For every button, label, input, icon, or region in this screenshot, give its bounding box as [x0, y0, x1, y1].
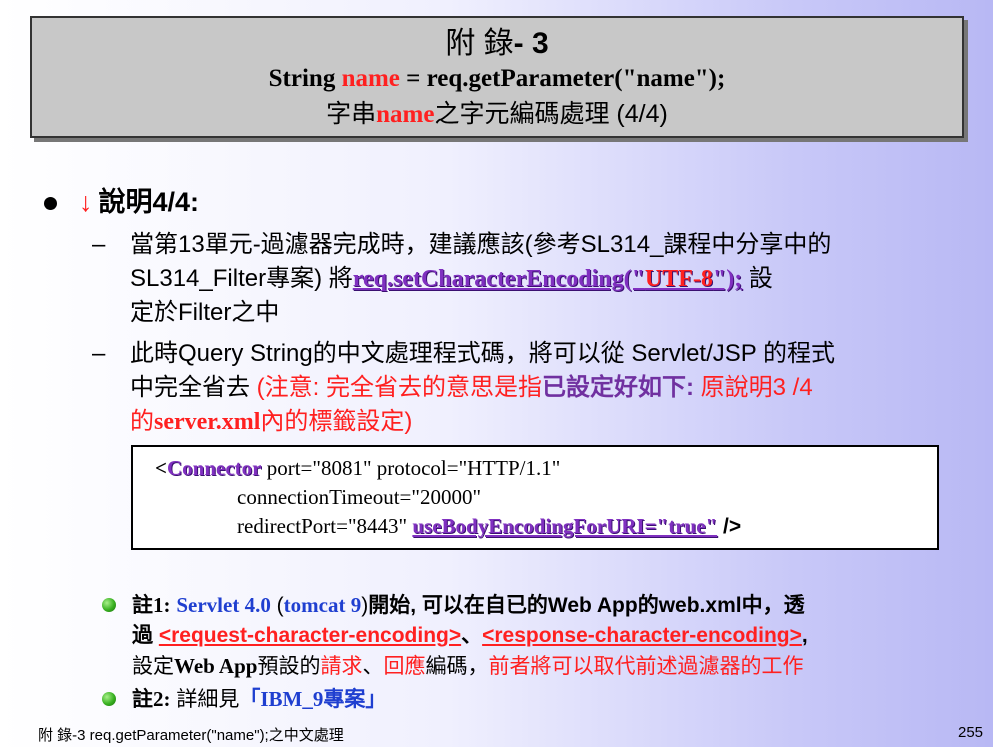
sub-item-2: – 此時Query String的中文處理程式碼，將可以從 Servlet/JS…	[92, 337, 952, 439]
note-2-text: 註2: 詳細見「IBM_9專案」	[132, 684, 962, 715]
title-code-b: = req.getParameter("name");	[399, 65, 726, 92]
item2-line1: 此時Query String的中文處理程式碼，將可以從 Servlet/JSP …	[130, 340, 835, 367]
item2-line3-red: 的	[130, 408, 154, 435]
item2-line2-a: 中完全省去	[130, 374, 257, 401]
note1-webapp2: Web App	[174, 654, 258, 678]
note1-label: 註1:	[132, 593, 171, 617]
item1-line1: 當第13單元-過濾器完成時，建議應該(參考SL314_課程中分享中的	[130, 231, 832, 258]
note1-sep: 、	[461, 624, 483, 647]
note1-webapp: Web App	[547, 594, 638, 617]
item2-note-purple: 已設定好如下:	[542, 374, 694, 401]
tomcat-version: tomcat 9	[283, 593, 362, 617]
footer-title: 附 錄-3 req.getParameter("name");之中文處理	[38, 727, 344, 744]
note1-line2: 過 <request-character-encoding>、<response…	[132, 621, 962, 651]
title-sub-b: 之字元編碼處理 (4/4)	[434, 100, 668, 128]
note1-text6: 預設的	[257, 655, 321, 678]
ibm9-project-ref: 「IBM_9專案」	[239, 687, 387, 711]
connector-tag: Connector	[166, 456, 262, 480]
note1-text8: 前者將可以取代前述過濾器的工作	[488, 655, 804, 678]
title-sub-name: name	[376, 101, 435, 128]
sub-item-2-text: 此時Query String的中文處理程式碼，將可以從 Servlet/JSP …	[130, 337, 952, 439]
note2-text: 詳細見	[170, 688, 240, 711]
note1-webxml: web.xml	[658, 594, 742, 617]
servlet-version: Servlet 4.0	[176, 593, 271, 617]
title-code-a: String	[268, 65, 342, 92]
note1-line3: 設定Web App預設的請求、回應編碼，前者將可以取代前述過濾器的工作	[132, 651, 962, 682]
code-line-3-a: redirectPort="8443"	[237, 514, 413, 538]
title-code-name: name	[341, 65, 400, 92]
page-number: 255	[958, 724, 984, 741]
green-bullet-icon	[102, 598, 116, 612]
title-line-1: 附 錄- 3	[32, 26, 962, 62]
note1-text2: 的	[637, 594, 659, 617]
response-encoding-tag: <response-character-encoding>	[482, 624, 802, 647]
note1-line1: 註1: Servlet 4.0 (tomcat 9)開始, 可以在自已的Web …	[132, 590, 962, 621]
title-appendix: 附 錄	[445, 27, 514, 60]
item1-line2: SL314_Filter專案) 將req.setCharacterEncodin…	[130, 262, 952, 296]
item2-line2: 中完全省去 (注意: 完全省去的意思是指已設定好如下: 原說明3 /4	[130, 371, 952, 405]
note-2: 註2: 詳細見「IBM_9專案」	[102, 684, 962, 715]
utf8-value: UTF-8	[644, 266, 713, 292]
code-line-1-rest: port="8081" protocol="HTTP/1.1"	[261, 456, 561, 480]
code-lt: <	[155, 456, 167, 480]
green-bullet-icon	[102, 692, 116, 706]
code-close: />	[717, 515, 742, 538]
note1-text7: 編碼，	[425, 655, 489, 678]
dash-marker: –	[92, 231, 106, 258]
note1-request: 請求	[320, 655, 363, 678]
title-line-2: String name = req.getParameter("name");	[32, 62, 962, 96]
note2-label: 註2:	[132, 687, 171, 711]
use-body-encoding-attr: useBodyEncodingForURI="true"	[412, 514, 718, 538]
item1-line2-b: 設	[742, 265, 773, 292]
note1-sep2: 、	[362, 655, 384, 678]
item2-note-red2: 原說明3 /4	[694, 374, 813, 401]
main-bullet: ↓ 說明4/4:	[44, 180, 199, 219]
code-line-2: connectionTimeout="20000"	[237, 485, 482, 509]
set-encoding-code-a: req.setCharacterEncoding("	[352, 266, 645, 292]
item2-line3-red2: 內的標籤設定)	[260, 408, 413, 435]
title-sub-a: 字串	[326, 100, 377, 128]
item2-line3: 的server.xml內的標籤設定)	[130, 405, 952, 439]
title-appendix-number: - 3	[513, 27, 549, 60]
title-line-3: 字串name之字元編碼處理 (4/4)	[32, 96, 962, 133]
set-encoding-code-b: ");	[712, 266, 743, 292]
connector-code-box: <Connector port="8081" protocol="HTTP/1.…	[131, 445, 939, 550]
server-xml-label: server.xml	[154, 409, 261, 435]
sub-item-1-text: 當第13單元-過濾器完成時，建議應該(參考SL314_課程中分享中的 SL314…	[130, 228, 952, 330]
slide-title-box: 附 錄- 3 String name = req.getParameter("n…	[30, 16, 964, 138]
code-line-1: <Connector port="8081" protocol="HTTP/1.…	[155, 454, 937, 483]
item1-line2-a: SL314_Filter專案) 將	[130, 265, 353, 292]
dash-marker: –	[92, 340, 106, 367]
set-encoding-code: req.setCharacterEncoding("UTF-8");	[353, 266, 742, 292]
note1-text3: 中，透	[741, 594, 805, 617]
item2-note-red: (注意: 完全省去的意思是指	[256, 374, 542, 401]
note1-paren-open: (	[270, 594, 284, 617]
note1-text4: 過	[132, 624, 159, 647]
request-encoding-tag: <request-character-encoding>	[158, 624, 462, 647]
note1-text5: 設定	[132, 655, 174, 678]
sub-item-1: – 當第13單元-過濾器完成時，建議應該(參考SL314_課程中分享中的 SL3…	[92, 228, 952, 330]
code-line-3: redirectPort="8443" useBodyEncodingForUR…	[237, 512, 937, 541]
down-arrow-icon: ↓	[79, 187, 93, 217]
note1-comma: ,	[801, 624, 808, 647]
item1-line3: 定於Filter之中	[130, 299, 280, 326]
bullet-label: 說明4/4:	[98, 187, 200, 217]
note-1: 註1: Servlet 4.0 (tomcat 9)開始, 可以在自已的Web …	[102, 590, 962, 682]
note1-response: 回應	[383, 655, 426, 678]
note-1-text: 註1: Servlet 4.0 (tomcat 9)開始, 可以在自已的Web …	[132, 590, 962, 682]
bullet-dot-icon	[44, 197, 57, 211]
note1-text1: 開始, 可以在自已的	[368, 594, 548, 617]
